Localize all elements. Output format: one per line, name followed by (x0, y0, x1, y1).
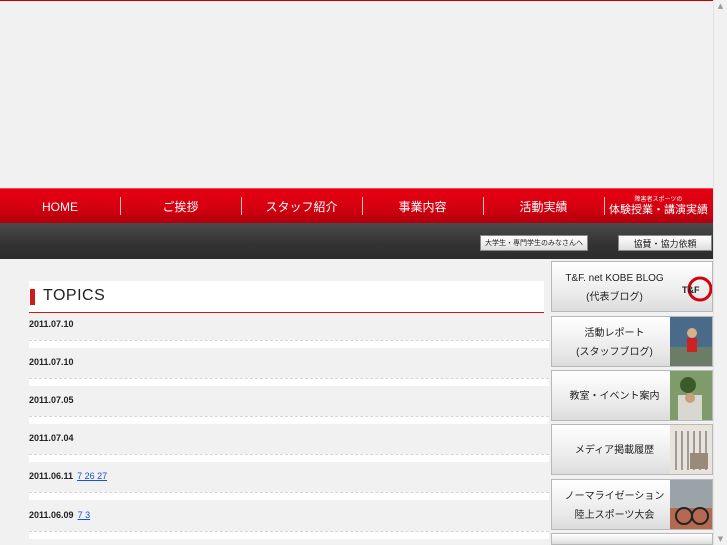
normalization-subtitle: 陸上スポーツ大会 (574, 510, 655, 521)
athlete-photo-icon (670, 371, 712, 420)
nav-home[interactable]: HOME (0, 189, 120, 224)
topic-divider (29, 531, 549, 539)
nav-lectures-sub: 障害者スポーツの (634, 197, 683, 204)
topics-header: TOPICS (29, 281, 544, 313)
students-button[interactable]: 大学生・専門学生のみなさんへ (480, 235, 588, 251)
topic-date: 2011.07.04 (29, 433, 74, 443)
topic-item: 2011.07.10 (29, 318, 549, 330)
topic-divider (29, 340, 549, 348)
topic-item: 2011.07.05 (29, 394, 549, 406)
blog-button-subtitle: (代表ブログ) (586, 292, 643, 303)
topic-item: 2011.07.04 (29, 432, 549, 444)
topic-date: 2011.07.10 (29, 319, 74, 329)
next-sidebar-button[interactable] (551, 533, 713, 545)
topic-date: 2011.07.05 (29, 395, 74, 405)
topic-date: 2011.06.11 (29, 471, 74, 481)
media-history-button[interactable]: メディア掲載履歴 (551, 424, 713, 475)
activity-report-title: 活動レポート (584, 328, 645, 339)
main-nav: HOME ご挨拶 スタッフ紹介 事業内容 活動実績 障害者スポーツの 体験授業・… (0, 188, 713, 223)
support-request-label: 協賛・協力依頼 (633, 238, 697, 249)
nav-activities[interactable]: 活動実績 (483, 189, 604, 224)
topics-title: TOPICS (43, 287, 106, 304)
topic-item: 2011.06.11 7 26 27 (29, 470, 549, 482)
normalization-sports-button[interactable]: ノーマライゼーション 陸上スポーツ大会 (551, 479, 713, 530)
activity-report-subtitle: (スタッフブログ) (576, 347, 653, 358)
nav-greeting[interactable]: ご挨拶 (120, 189, 241, 224)
tf-logo-icon: T&F (682, 276, 712, 302)
topics-accent-bar (30, 289, 35, 305)
topic-divider (29, 454, 549, 462)
runner-photo-icon (670, 317, 712, 366)
nav-lectures-label: 体験授業・講演実績 (609, 203, 708, 216)
classroom-events-button[interactable]: 教室・イベント案内 (551, 370, 713, 421)
topic-link[interactable]: 7 3 (78, 510, 162, 521)
students-button-label: 大学生・専門学生のみなさんへ (485, 240, 583, 247)
topic-link[interactable] (78, 319, 156, 330)
topic-date: 2011.07.10 (29, 357, 74, 367)
topic-item: 2011.07.10 (29, 356, 549, 368)
blog-button[interactable]: T&F. net KOBE BLOG (代表ブログ) T&F (551, 261, 713, 312)
nav-business-label: 事業内容 (398, 200, 447, 214)
topic-date: 2011.06.09 (29, 510, 74, 520)
topic-divider (29, 416, 549, 424)
topic-link[interactable] (78, 357, 156, 368)
topic-divider (29, 492, 549, 500)
topic-link[interactable] (78, 433, 170, 444)
top-border (0, 0, 727, 1)
nav-staff[interactable]: スタッフ紹介 (241, 189, 362, 224)
scroll-down-icon[interactable]: ▼ (716, 534, 725, 544)
nav-greeting-label: ご挨拶 (162, 200, 199, 214)
activity-report-button[interactable]: 活動レポート (スタッフブログ) (551, 316, 713, 367)
topic-item: 2011.06.09 7 3 (29, 509, 549, 521)
nav-lectures[interactable]: 障害者スポーツの 体験授業・講演実績 (604, 189, 713, 224)
svg-text:T&F: T&F (682, 285, 700, 295)
nav-activities-label: 活動実績 (519, 200, 568, 214)
wheelchair-race-icon (670, 480, 712, 529)
scroll-up-icon[interactable]: ▲ (716, 1, 725, 11)
blog-button-title: T&F. net KOBE BLOG (565, 273, 664, 284)
support-request-button[interactable]: 協賛・協力依頼 (618, 235, 712, 251)
sub-band (0, 223, 713, 259)
nav-home-label: HOME (42, 199, 78, 214)
classroom-events-label: 教室・イベント案内 (569, 391, 660, 402)
vertical-scrollbar[interactable] (713, 0, 727, 545)
nav-business[interactable]: 事業内容 (362, 189, 483, 224)
newspaper-icon (670, 425, 712, 474)
media-history-label: メディア掲載履歴 (574, 445, 655, 456)
topic-link[interactable] (78, 395, 128, 406)
topic-divider (29, 378, 549, 386)
topic-link[interactable]: 7 26 27 (77, 471, 195, 482)
nav-staff-label: スタッフ紹介 (265, 200, 338, 214)
normalization-title: ノーマライゼーション (564, 491, 665, 502)
